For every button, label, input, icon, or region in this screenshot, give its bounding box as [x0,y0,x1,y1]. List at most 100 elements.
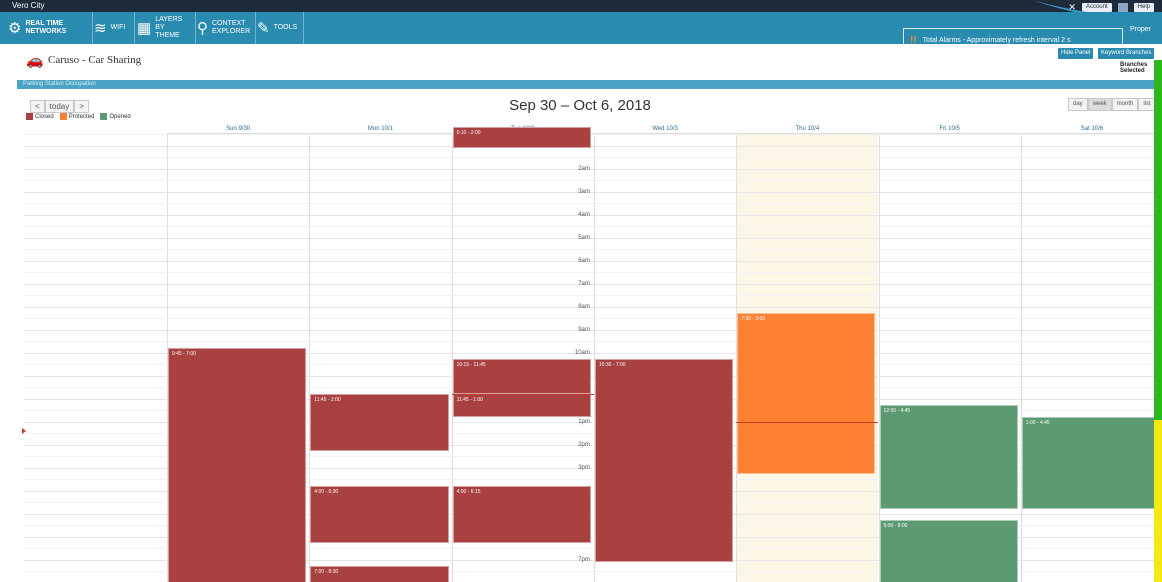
time-slot-line [24,260,1162,262]
day-header[interactable]: Sat 10/6 [1020,124,1162,134]
legend-item-protected: Protected [59,113,95,121]
now-indicator-line [736,421,879,423]
time-label: 2pm [578,441,590,448]
proper-label: Proper [1130,26,1152,33]
page-title: Caruso - Car Sharing [48,54,142,66]
page-header: 🚗 Caruso - Car Sharing Hide Panel Keywor… [0,44,1162,80]
keyword-branches-button[interactable]: Keyword Branches [1098,48,1155,59]
event-time-label: 7:00 - 8:30 [314,569,339,576]
time-slot-line [24,157,1162,158]
top-navbar: ⚙ REAL TIME NETWORKS ≋ WIFI ▦ LAYERS BY … [0,12,1162,52]
time-slot-line [24,272,1162,273]
nav-item-layers[interactable]: ▦ LAYERS BY THEME [137,12,196,44]
network-icon: ⚙ [8,19,22,37]
event-time-label: 10:30 - 7:00 [598,362,626,369]
nav-item-label: WIFI [110,24,126,31]
day-header[interactable]: Wed 10/3 [593,124,737,134]
prev-week-button[interactable]: < [30,100,45,113]
event-time-label: 11:45 - 2:00 [314,396,341,403]
week-calendar: Sun 9/30Mon 10/1Tue 10/2Wed 10/3Thu 10/4… [24,124,1162,582]
help-button[interactable]: Help [1133,2,1154,12]
calendar-event-protected[interactable]: 7:30 - 3:00 [737,313,876,475]
view-day-button[interactable]: day [1068,98,1088,111]
day-header[interactable]: Mon 10/1 [309,124,452,134]
time-slot-line [24,283,1162,285]
calendar-event-opened[interactable]: 5:00 - 8:00 [879,520,1018,582]
event-time-label: 7:30 - 3:00 [741,316,766,323]
calendar-event-closed[interactable]: 10:30 - 7:00 [594,359,734,562]
calendar-event-opened[interactable]: 1:00 - 4:45 [1021,416,1161,509]
view-month-button[interactable]: month [1111,98,1139,111]
day-header[interactable]: Fri 10/5 [878,124,1021,134]
calendar-event-closed[interactable]: 7:00 - 8:30 [310,566,449,582]
nav-item-tools[interactable]: ✎ TOOLS [257,12,304,44]
event-time-label: 12:00 - 4:45 [883,408,911,415]
event-time-label: 10:15 - 11:45 [456,362,486,369]
time-slot-line [24,145,1162,147]
now-indicator-arrow [22,428,26,434]
time-slot-line [24,180,1162,181]
search-icon: ⚲ [197,19,208,37]
time-slot-line [24,295,1162,296]
time-label: 7pm [578,556,590,563]
grid-icon[interactable] [1117,2,1128,12]
event-time-label: 0:10 - 2:00 [456,130,481,137]
nav-item-wifi[interactable]: ≋ WIFI [94,12,135,44]
calendar-event-closed[interactable]: 11:45 - 2:00 [310,393,449,452]
calendar-event-closed[interactable]: 10:15 - 11:45 [452,359,591,394]
brand-label: REAL TIME NETWORKS [25,20,67,35]
time-slot-line [24,214,1162,216]
legend-label: Closed [35,114,54,121]
time-slot-line [24,318,1162,319]
window-titlebar: Vero City ✕ Account Help [0,0,1162,12]
calendar-event-closed[interactable]: 4:00 - 6:30 [310,485,449,544]
day-header[interactable]: Sun 9/30 [167,124,310,134]
edge-yellow-band [1154,420,1162,582]
today-button[interactable]: today [44,100,75,113]
now-indicator-line [451,393,594,395]
day-column[interactable] [1020,134,1162,582]
time-label: 5am [578,234,590,241]
next-week-button[interactable]: > [74,100,89,113]
time-label: 1pm [578,418,590,425]
nav-item-context-explorer[interactable]: ⚲ CONTEXT EXPLORER [197,12,256,44]
event-time-label: 11:45 - 1:00 [456,396,483,403]
hide-panel-button[interactable]: Hide Panel [1058,48,1094,59]
day-header[interactable]: Thu 10/4 [736,124,879,134]
calendar-nav-buttons: < today > [30,100,89,113]
view-switcher: day week month list [1068,98,1156,111]
nav-item-label: TOOLS [273,24,298,31]
time-gutter [24,134,167,582]
car-icon: 🚗 [26,52,44,68]
nav-item-label: LAYERS BY THEME [155,16,183,39]
time-slot-line [24,306,1162,308]
legend-item-opened: Opened [100,113,131,121]
account-button[interactable]: Account [1081,2,1112,12]
day-column[interactable] [878,134,1021,582]
time-slot-line [24,226,1162,227]
calendar-event-opened[interactable]: 12:00 - 4:45 [879,405,1018,509]
time-label: 6am [578,257,590,264]
calendar-title: Sep 30 – Oct 6, 2018 [509,97,651,114]
window-title: Vero City [12,1,45,10]
brand-logo[interactable]: ⚙ REAL TIME NETWORKS [8,12,93,44]
calendar-event-closed[interactable]: 0:10 - 2:00 [452,127,591,148]
calendar-event-closed[interactable]: 4:00 - 6:15 [452,485,591,544]
panel-strip: Parking Station Occupation [17,80,1162,89]
view-week-button[interactable]: week [1087,98,1112,111]
event-time-label: 9:45 - 7:00 [172,350,196,357]
time-label: 3am [578,188,590,195]
event-time-label: 1:00 - 4:45 [1025,419,1050,426]
legend-label: Opened [109,114,131,121]
time-slot-line [24,341,1162,342]
calendar-event-closed[interactable]: 9:45 - 7:00 [168,347,307,582]
status-legend: Closed Protected Opened [26,113,131,120]
time-slot-line [24,329,1162,331]
legend-swatch [26,113,33,120]
event-time-label: 4:00 - 6:15 [456,488,481,495]
legend-swatch [100,113,108,120]
time-label: 4am [578,211,590,218]
calendar-event-closed[interactable]: 11:45 - 1:00 [452,393,591,417]
time-slot-line [24,191,1162,193]
legend-label: Protected [68,114,95,121]
